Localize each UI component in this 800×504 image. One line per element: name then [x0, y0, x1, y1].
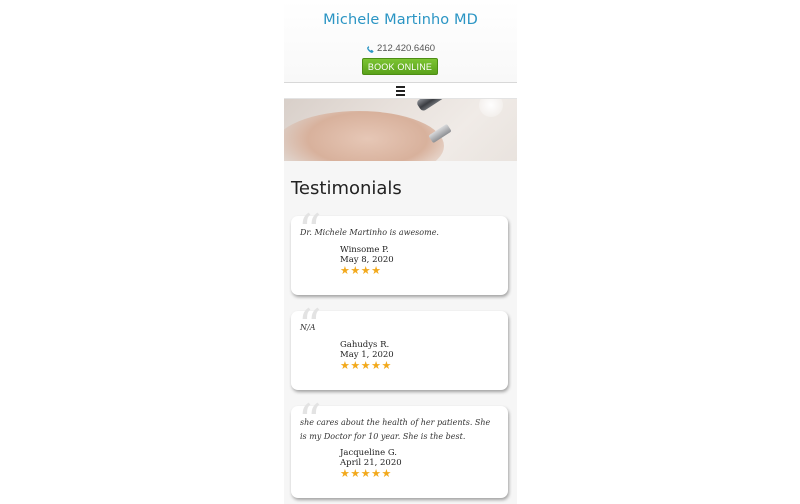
phone-number: 212.420.6460: [376, 43, 436, 54]
hamburger-menu-icon[interactable]: [396, 86, 405, 98]
hero-image: [284, 99, 517, 161]
star-rating: ★★★★★: [340, 467, 392, 480]
site-title[interactable]: Michele Martinho MD: [284, 12, 517, 28]
navigation-bar: [284, 82, 517, 99]
mobile-viewport: Michele Martinho MD 212.420.6460 BOOK ON…: [284, 0, 517, 504]
testimonial-meta: Winsome P. May 8, 2020 ★★★★: [340, 245, 394, 277]
testimonial-card: “ Dr. Michele Martinho is awesome. Winso…: [291, 208, 508, 295]
testimonial-quote: Dr. Michele Martinho is awesome.: [300, 228, 439, 237]
testimonial-meta: Gahudys R. May 1, 2020 ★★★★★: [340, 340, 394, 372]
testimonial-quote: she cares about the health of her patien…: [300, 418, 491, 441]
page-title: Testimonials: [291, 178, 402, 199]
phone-icon: [366, 45, 374, 53]
star-rating: ★★★★★: [340, 359, 392, 372]
phone-number-link[interactable]: 212.420.6460: [284, 43, 517, 54]
testimonial-card: “ N/A Gahudys R. May 1, 2020 ★★★★★: [291, 303, 508, 390]
book-online-button[interactable]: BOOK ONLINE: [362, 58, 438, 75]
testimonial-card: “ she cares about the health of her pati…: [291, 398, 508, 498]
star-rating: ★★★★: [340, 264, 382, 277]
testimonial-meta: Jacqueline G. April 21, 2020 ★★★★★: [340, 448, 402, 480]
testimonial-quote: N/A: [300, 323, 316, 332]
site-header: Michele Martinho MD 212.420.6460 BOOK ON…: [284, 0, 517, 82]
